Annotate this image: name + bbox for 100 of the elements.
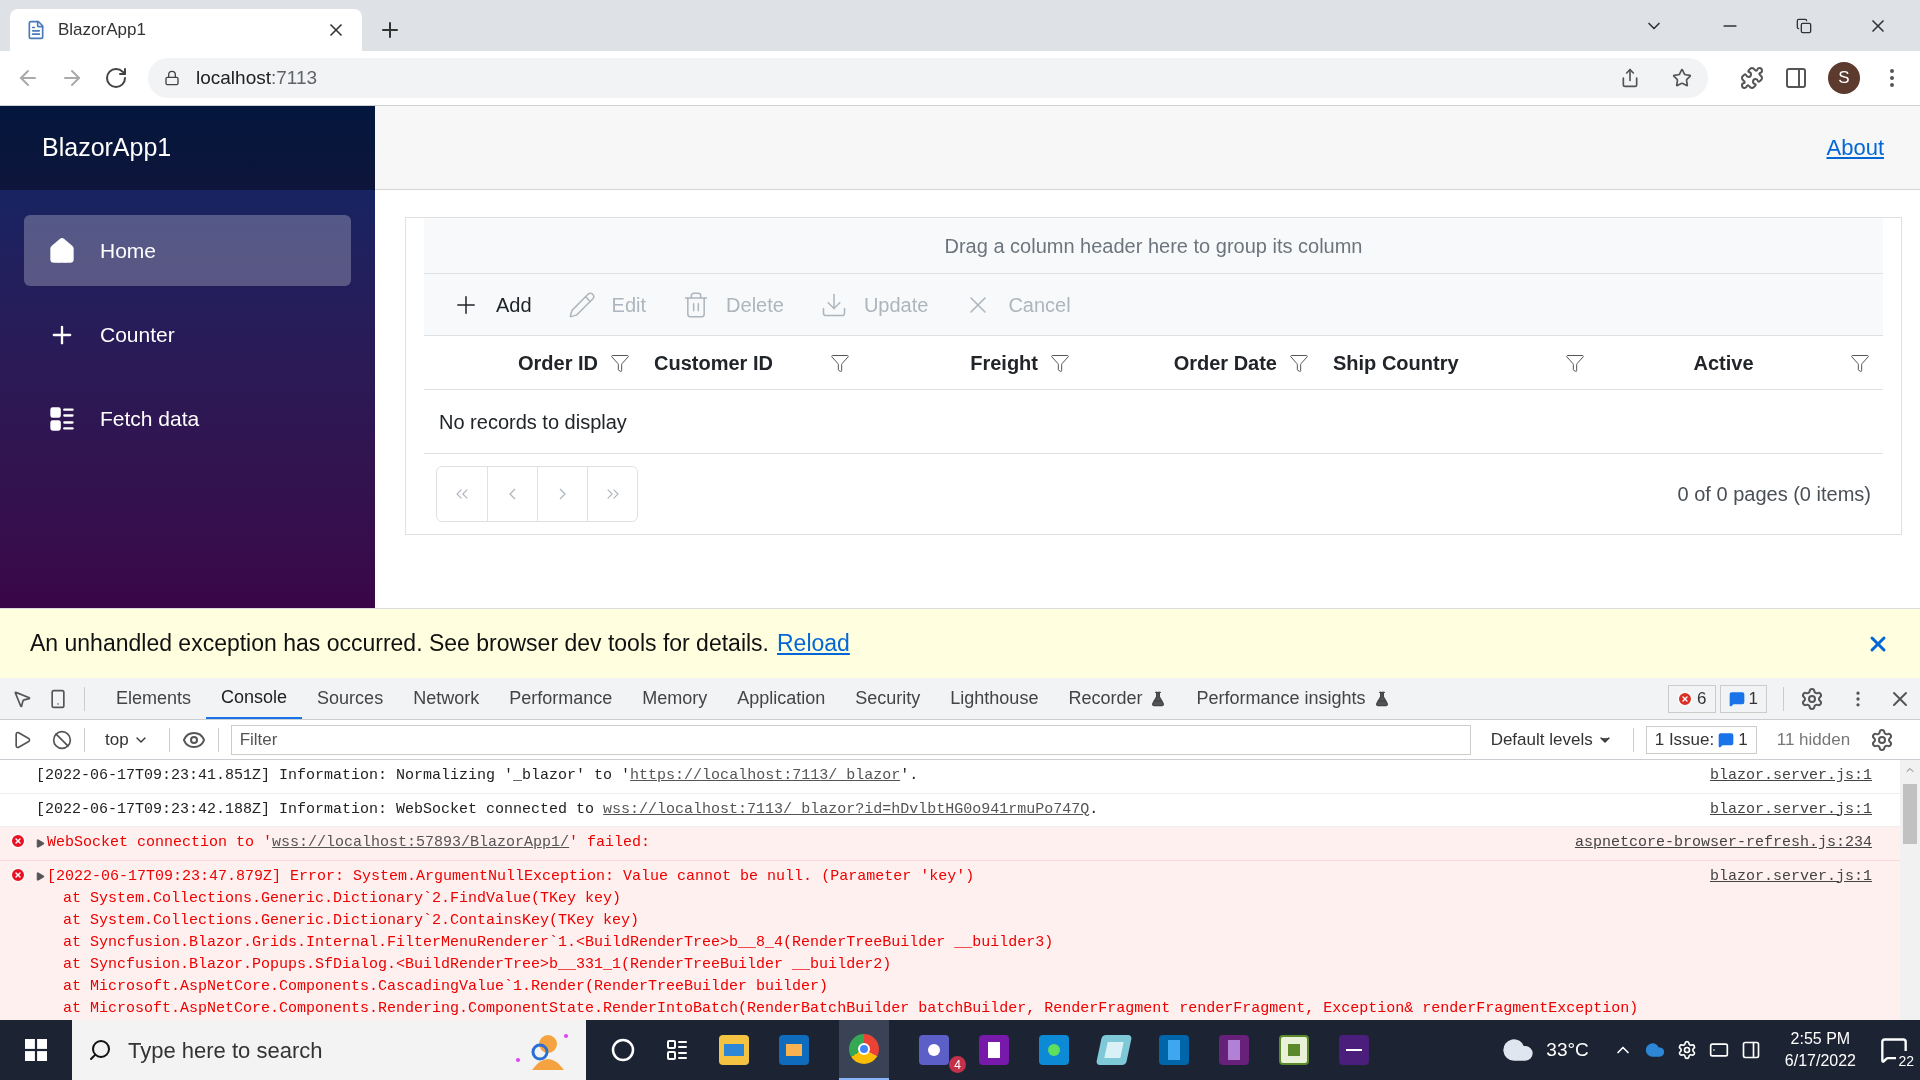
- levels-dropdown[interactable]: Default levels: [1482, 726, 1621, 753]
- devtools-tab[interactable]: Elements: [101, 678, 207, 719]
- error-icon: [1677, 690, 1694, 707]
- hidden-count: 11 hidden: [1775, 728, 1852, 751]
- stack-line: at Microsoft.AspNetCore.Components.CascadingValue`1.Render(RenderTreeBuilder builder): [62, 977, 830, 997]
- notebook-app-icon[interactable]: [979, 1035, 1009, 1065]
- extensions-icon[interactable]: [1740, 66, 1764, 90]
- mail-app-icon[interactable]: [779, 1035, 809, 1065]
- column-header[interactable]: Ship Country: [1333, 347, 1459, 378]
- lock-icon: [164, 70, 180, 86]
- settings-icon[interactable]: [1800, 686, 1824, 711]
- devtools-tab[interactable]: Security: [840, 678, 936, 719]
- terminal-icon[interactable]: [1339, 1035, 1369, 1065]
- side-panel-icon[interactable]: [1784, 66, 1808, 90]
- edge-app-icon[interactable]: [1039, 1035, 1069, 1065]
- share-icon[interactable]: [1620, 68, 1640, 88]
- message-icon: [1728, 690, 1745, 707]
- filter-icon[interactable]: [1050, 352, 1070, 373]
- source-link[interactable]: blazor.server.js:1: [1709, 865, 1872, 888]
- error-icon: [10, 866, 26, 883]
- filter-icon[interactable]: [1289, 352, 1309, 373]
- pad-app-icon[interactable]: [1095, 1035, 1133, 1065]
- devtools-tab[interactable]: Application: [722, 678, 841, 719]
- stack-line: at Microsoft.AspNetCore.Components.Rendering.ComponentState.RenderIntoBatch(RenderBatchBuilder batchBuilder, RenderFragment renderFragment, Exception& renderFragmentException): [62, 999, 1640, 1019]
- next-page-icon: [559, 488, 566, 500]
- devtools-tab[interactable]: Sources: [302, 678, 399, 719]
- flask-icon: [1373, 690, 1390, 707]
- error-message: An unhandled exception has occurred. See browser dev tools for details.: [30, 629, 769, 659]
- browser-app-icon[interactable]: [849, 1034, 879, 1064]
- windows-start-icon[interactable]: [25, 1039, 47, 1061]
- app-brand[interactable]: BlazorApp1: [42, 129, 172, 167]
- filter-icon[interactable]: [830, 352, 850, 373]
- message-count-badge[interactable]: 1: [1719, 684, 1767, 713]
- settings-icon[interactable]: [1870, 727, 1895, 752]
- nav-item[interactable]: Home: [24, 215, 351, 286]
- column-header[interactable]: Freight: [970, 347, 1038, 378]
- column-header[interactable]: Active: [1693, 347, 1754, 378]
- column-header[interactable]: Customer ID: [654, 347, 773, 378]
- task-view-icon[interactable]: [665, 1038, 689, 1062]
- clear-console-icon[interactable]: [52, 729, 72, 750]
- devtools-tab[interactable]: Performance insights: [1181, 678, 1405, 719]
- nav-item[interactable]: Fetch data: [24, 383, 351, 454]
- expand-icon[interactable]: [36, 838, 45, 848]
- about-link[interactable]: About: [1826, 131, 1884, 164]
- context-selector[interactable]: top: [97, 726, 157, 753]
- chat-app-icon[interactable]: [919, 1035, 949, 1065]
- filter-icon[interactable]: [610, 352, 630, 373]
- source-link[interactable]: aspnetcore-browser-refresh.js:234: [1574, 832, 1872, 855]
- cortana-icon[interactable]: [611, 1038, 635, 1062]
- star-icon[interactable]: [1672, 68, 1692, 88]
- cloud-sync-icon[interactable]: [1644, 1040, 1665, 1060]
- filter-icon[interactable]: [1565, 352, 1585, 373]
- previous-page-icon: [509, 488, 516, 500]
- profile-avatar[interactable]: S: [1828, 62, 1860, 94]
- toolbar-button[interactable]: Add: [452, 289, 532, 320]
- sidebar-toggle-icon[interactable]: [12, 729, 32, 750]
- error-icon: [10, 833, 26, 849]
- console-message: [2022-06-17T09:23:41.851Z] Information: Normalizing '_blazor' to 'https://localhost:7113/_blazor'.: [36, 766, 919, 786]
- devtools-tab[interactable]: Console: [206, 678, 303, 719]
- expand-icon[interactable]: [36, 872, 45, 882]
- battery-icon[interactable]: [1708, 1040, 1729, 1060]
- device-toolbar-icon[interactable]: [48, 688, 68, 709]
- editor-app-icon[interactable]: [1279, 1035, 1309, 1065]
- devtools-tab[interactable]: Network: [398, 678, 495, 719]
- code-editor-icon[interactable]: [1159, 1035, 1189, 1065]
- issues-button[interactable]: 1 Issue: 1: [1645, 725, 1757, 754]
- browser-tab[interactable]: BlazorApp1: [10, 9, 362, 51]
- source-link[interactable]: blazor.server.js:1: [1709, 798, 1872, 821]
- search-icon: [88, 1038, 112, 1062]
- restore-icon[interactable]: [1796, 17, 1812, 34]
- reload-icon[interactable]: [104, 66, 128, 90]
- flask-icon: [1150, 690, 1167, 707]
- filter-icon[interactable]: [1850, 352, 1870, 373]
- notification-badge: 4: [949, 1056, 966, 1073]
- column-header[interactable]: Order ID: [517, 347, 598, 378]
- stack-line: at System.Collections.Generic.Dictionary`2.FindValue(TKey key): [62, 889, 623, 909]
- pencil-icon: [567, 290, 596, 319]
- filter-field[interactable]: Filter: [230, 724, 1471, 755]
- address-bar[interactable]: localhost:7113: [148, 58, 1708, 98]
- devtools-tab[interactable]: Performance: [494, 678, 628, 719]
- stack-line: at System.Collections.Generic.Dictionary`2.ContainsKey(TKey key): [62, 911, 641, 931]
- list-icon: [48, 404, 76, 433]
- pager-info: 0 of 0 pages (0 items): [1677, 482, 1871, 507]
- source-link[interactable]: blazor.server.js:1: [1709, 765, 1872, 788]
- reload-link[interactable]: Reload: [777, 626, 850, 661]
- clock-date[interactable]: 6/17/2022: [1784, 1050, 1856, 1072]
- scrollbar-thumb[interactable]: [1903, 784, 1917, 844]
- devtools-tab[interactable]: Recorder: [1053, 678, 1182, 719]
- temperature[interactable]: 33°C: [1546, 1035, 1589, 1065]
- devtools-tab[interactable]: Lighthouse: [935, 678, 1054, 719]
- column-header[interactable]: Order Date: [1173, 347, 1277, 378]
- devtools-tab[interactable]: Memory: [627, 678, 723, 719]
- empty-message: No records to display: [439, 409, 627, 435]
- error-count-badge[interactable]: 6: [1668, 684, 1716, 713]
- clock-time[interactable]: 2:55 PM: [1790, 1028, 1851, 1050]
- ide-app-icon[interactable]: [1219, 1035, 1249, 1065]
- nav-item[interactable]: Counter: [24, 299, 351, 370]
- taskbar-search-field[interactable]: Type here to search: [72, 1020, 586, 1080]
- tab-title: BlazorApp1: [58, 19, 147, 42]
- console-message: WebSocket connection to 'wss://localhost:57893/BlazorApp1/' failed:: [47, 833, 651, 853]
